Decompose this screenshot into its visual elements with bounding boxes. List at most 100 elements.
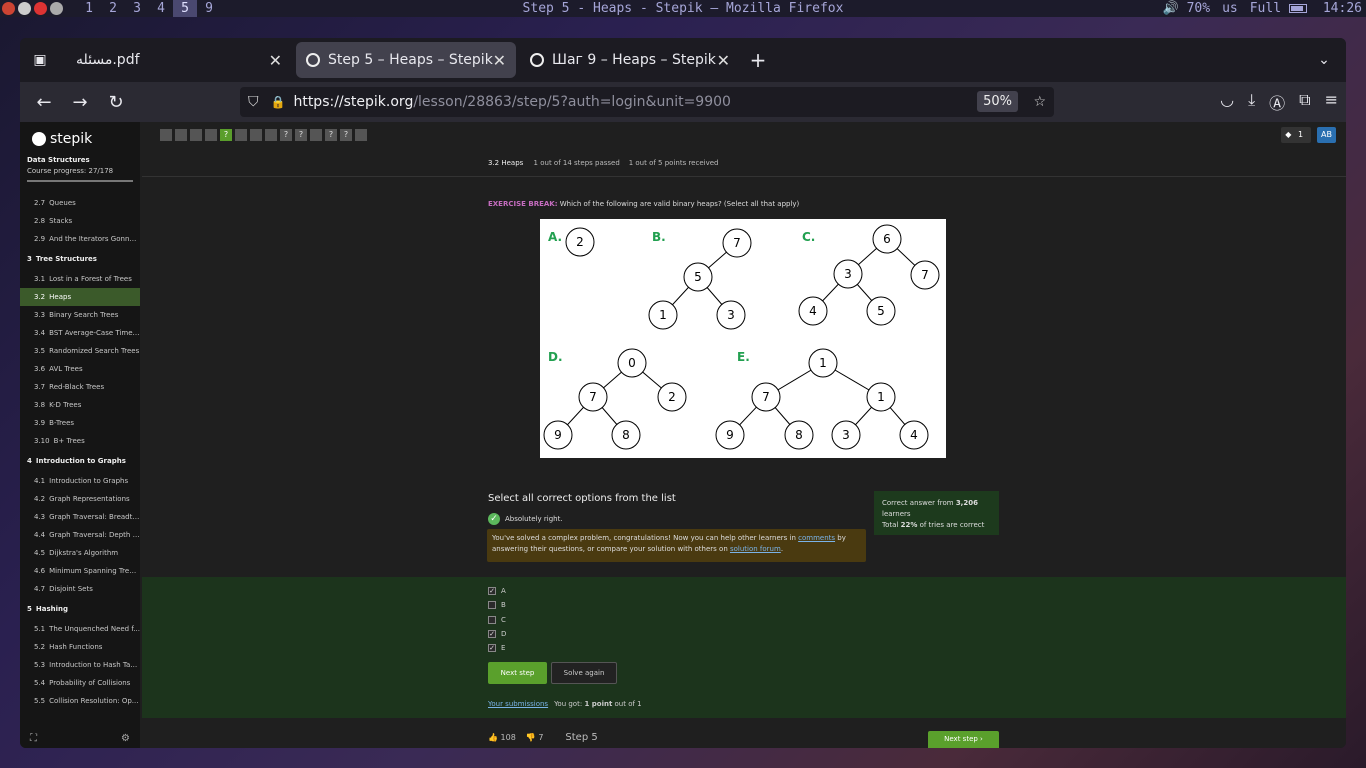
sidebar-item[interactable]: 3.10 B+ Trees	[20, 432, 140, 450]
bookmark-star-icon[interactable]: ☆	[1033, 94, 1046, 110]
step-square[interactable]	[160, 129, 172, 141]
tab-step9[interactable]: Шаг 9 – Heaps – Stepik ✕	[520, 42, 740, 78]
workspace-5[interactable]: 5	[173, 0, 197, 17]
wifi-icon[interactable]	[50, 2, 63, 15]
sidebar-item[interactable]: 3.5 Randomized Search Trees	[20, 342, 140, 360]
app-icon[interactable]	[18, 2, 31, 15]
close-icon[interactable]: ✕	[269, 51, 282, 70]
pocket-icon[interactable]: ◡	[1220, 90, 1234, 114]
gear-icon[interactable]: ⚙	[121, 733, 130, 744]
workspace-2[interactable]: 2	[101, 0, 125, 17]
sidebar-section[interactable]: 3 Tree Structures	[20, 248, 140, 270]
step-square[interactable]	[310, 129, 322, 141]
step-square[interactable]: ?	[280, 129, 292, 141]
sidebar-item[interactable]: 5.2 Hash Functions	[20, 638, 140, 656]
checkbox[interactable]	[488, 601, 496, 610]
tab-list-icon[interactable]: ▣	[20, 52, 60, 68]
solution-forum-link[interactable]: solution forum	[730, 545, 781, 553]
sidebar-item[interactable]: 5.1 The Unquenched Need f...	[20, 620, 140, 638]
lock-icon[interactable]: 🔒	[271, 95, 286, 109]
sidebar-item[interactable]: 4.3 Graph Traversal: Breadth...	[20, 508, 140, 526]
sidebar-item[interactable]: 5.5 Collision Resolution: Op...	[20, 692, 140, 710]
option-a[interactable]: ✓ A	[488, 587, 506, 595]
extensions-icon[interactable]: ⧉	[1299, 90, 1310, 114]
volume-indicator[interactable]: 🔊 70%	[1163, 0, 1211, 17]
sidebar-item[interactable]: 3.6 AVL Trees	[20, 360, 140, 378]
tab-step5[interactable]: Step 5 – Heaps – Stepik ✕	[296, 42, 516, 78]
option-c[interactable]: C	[488, 615, 506, 624]
submissions-link[interactable]: Your submissions	[488, 700, 548, 708]
sidebar-item[interactable]: 4.2 Graph Representations	[20, 490, 140, 508]
workspace-4[interactable]: 4	[149, 0, 173, 17]
sidebar-item[interactable]: 2.7 Queues	[20, 194, 140, 212]
sidebar-item[interactable]: 5.3 Introduction to Hash Tab...	[20, 656, 140, 674]
workspace-1[interactable]: 1	[77, 0, 101, 17]
option-e[interactable]: ✓ E	[488, 644, 505, 653]
zoom-level[interactable]: 50%	[977, 91, 1018, 112]
checkbox[interactable]: ✓	[488, 644, 496, 653]
course-title[interactable]: Data Structures	[20, 150, 140, 164]
sidebar-item[interactable]: 3.7 Red-Black Trees	[20, 378, 140, 396]
checkbox[interactable]: ✓	[488, 587, 496, 595]
sidebar-item[interactable]: 4.6 Minimum Spanning Tree...	[20, 562, 140, 580]
account-icon[interactable]: Ⓐ	[1269, 90, 1285, 114]
close-icon[interactable]: ✕	[493, 51, 506, 70]
step-square[interactable]: ?	[340, 129, 352, 141]
sidebar-section[interactable]: 5 Hashing	[20, 598, 140, 620]
close-icon[interactable]: ✕	[717, 51, 730, 70]
firefox-icon[interactable]	[2, 2, 15, 15]
tab-pdf[interactable]: مسئله.pdf ✕	[64, 42, 292, 78]
step-square[interactable]: ?	[220, 129, 232, 141]
sidebar-item[interactable]: 4.7 Disjoint Sets	[20, 580, 140, 598]
checkbox[interactable]	[488, 615, 496, 624]
step-square[interactable]: ?	[325, 129, 337, 141]
sidebar-item[interactable]: 3.9 B-Trees	[20, 414, 140, 432]
option-b[interactable]: B	[488, 601, 506, 610]
sidebar-item[interactable]: 3.8 K-D Trees	[20, 396, 140, 414]
reload-icon[interactable]: ↻	[98, 92, 134, 113]
sidebar-item[interactable]: 3.4 BST Average-Case Time ...	[20, 324, 140, 342]
solve-again-button[interactable]: Solve again	[551, 662, 617, 684]
sidebar-item[interactable]: 3.3 Binary Search Trees	[20, 306, 140, 324]
sidebar-item[interactable]: 4.1 Introduction to Graphs	[20, 472, 140, 490]
workspace-9[interactable]: 9	[197, 0, 221, 17]
like-button[interactable]: 👍 108	[488, 733, 516, 742]
back-icon[interactable]: ←	[26, 92, 62, 113]
sidebar-item[interactable]: 5.4 Probability of Collisions	[20, 674, 140, 692]
step-square[interactable]	[190, 129, 202, 141]
shield-icon[interactable]: ⛉	[248, 94, 259, 110]
notifications-badge[interactable]: ◆ 1	[1281, 127, 1312, 143]
dislike-button[interactable]: 👎 7	[526, 733, 544, 742]
sidebar-item[interactable]: 3.1 Lost in a Forest of Trees	[20, 270, 140, 288]
avatar[interactable]: AB	[1317, 127, 1336, 143]
app-icon[interactable]	[34, 2, 47, 15]
option-d[interactable]: ✓ D	[488, 629, 506, 638]
forward-icon[interactable]: →	[62, 92, 98, 113]
stepik-logo[interactable]: stepik	[20, 122, 140, 150]
expand-icon[interactable]: ⛶	[30, 733, 37, 744]
step-square[interactable]	[355, 129, 367, 141]
step-square[interactable]	[175, 129, 187, 141]
chevron-down-icon[interactable]: ⌄	[1306, 52, 1342, 68]
step-square[interactable]	[235, 129, 247, 141]
workspace-3[interactable]: 3	[125, 0, 149, 17]
sidebar-item[interactable]: 3.2 Heaps	[20, 288, 140, 306]
sidebar-item[interactable]: 4.4 Graph Traversal: Depth F...	[20, 526, 140, 544]
sidebar-item[interactable]: 4.5 Dijkstra's Algorithm	[20, 544, 140, 562]
download-icon[interactable]: ⤓	[1248, 90, 1255, 114]
sidebar-section[interactable]: 4 Introduction to Graphs	[20, 450, 140, 472]
url-bar[interactable]: ⛉ 🔒 https://stepik.org/lesson/28863/step…	[240, 87, 1054, 117]
footer-next-step-button[interactable]: Next step ›	[928, 731, 999, 748]
next-step-button[interactable]: Next step	[488, 662, 547, 684]
checkbox[interactable]: ✓	[488, 629, 496, 638]
keyboard-layout[interactable]: us	[1222, 0, 1238, 17]
step-square[interactable]: ?	[295, 129, 307, 141]
step-square[interactable]	[265, 129, 277, 141]
sidebar-item[interactable]: 2.8 Stacks	[20, 212, 140, 230]
comments-link[interactable]: comments	[798, 534, 835, 542]
step-square[interactable]	[205, 129, 217, 141]
sidebar-item[interactable]: 2.9 And the Iterators Gonna ...	[20, 230, 140, 248]
menu-icon[interactable]: ≡	[1325, 90, 1338, 114]
step-square[interactable]	[250, 129, 262, 141]
new-tab-icon[interactable]: +	[740, 48, 776, 72]
